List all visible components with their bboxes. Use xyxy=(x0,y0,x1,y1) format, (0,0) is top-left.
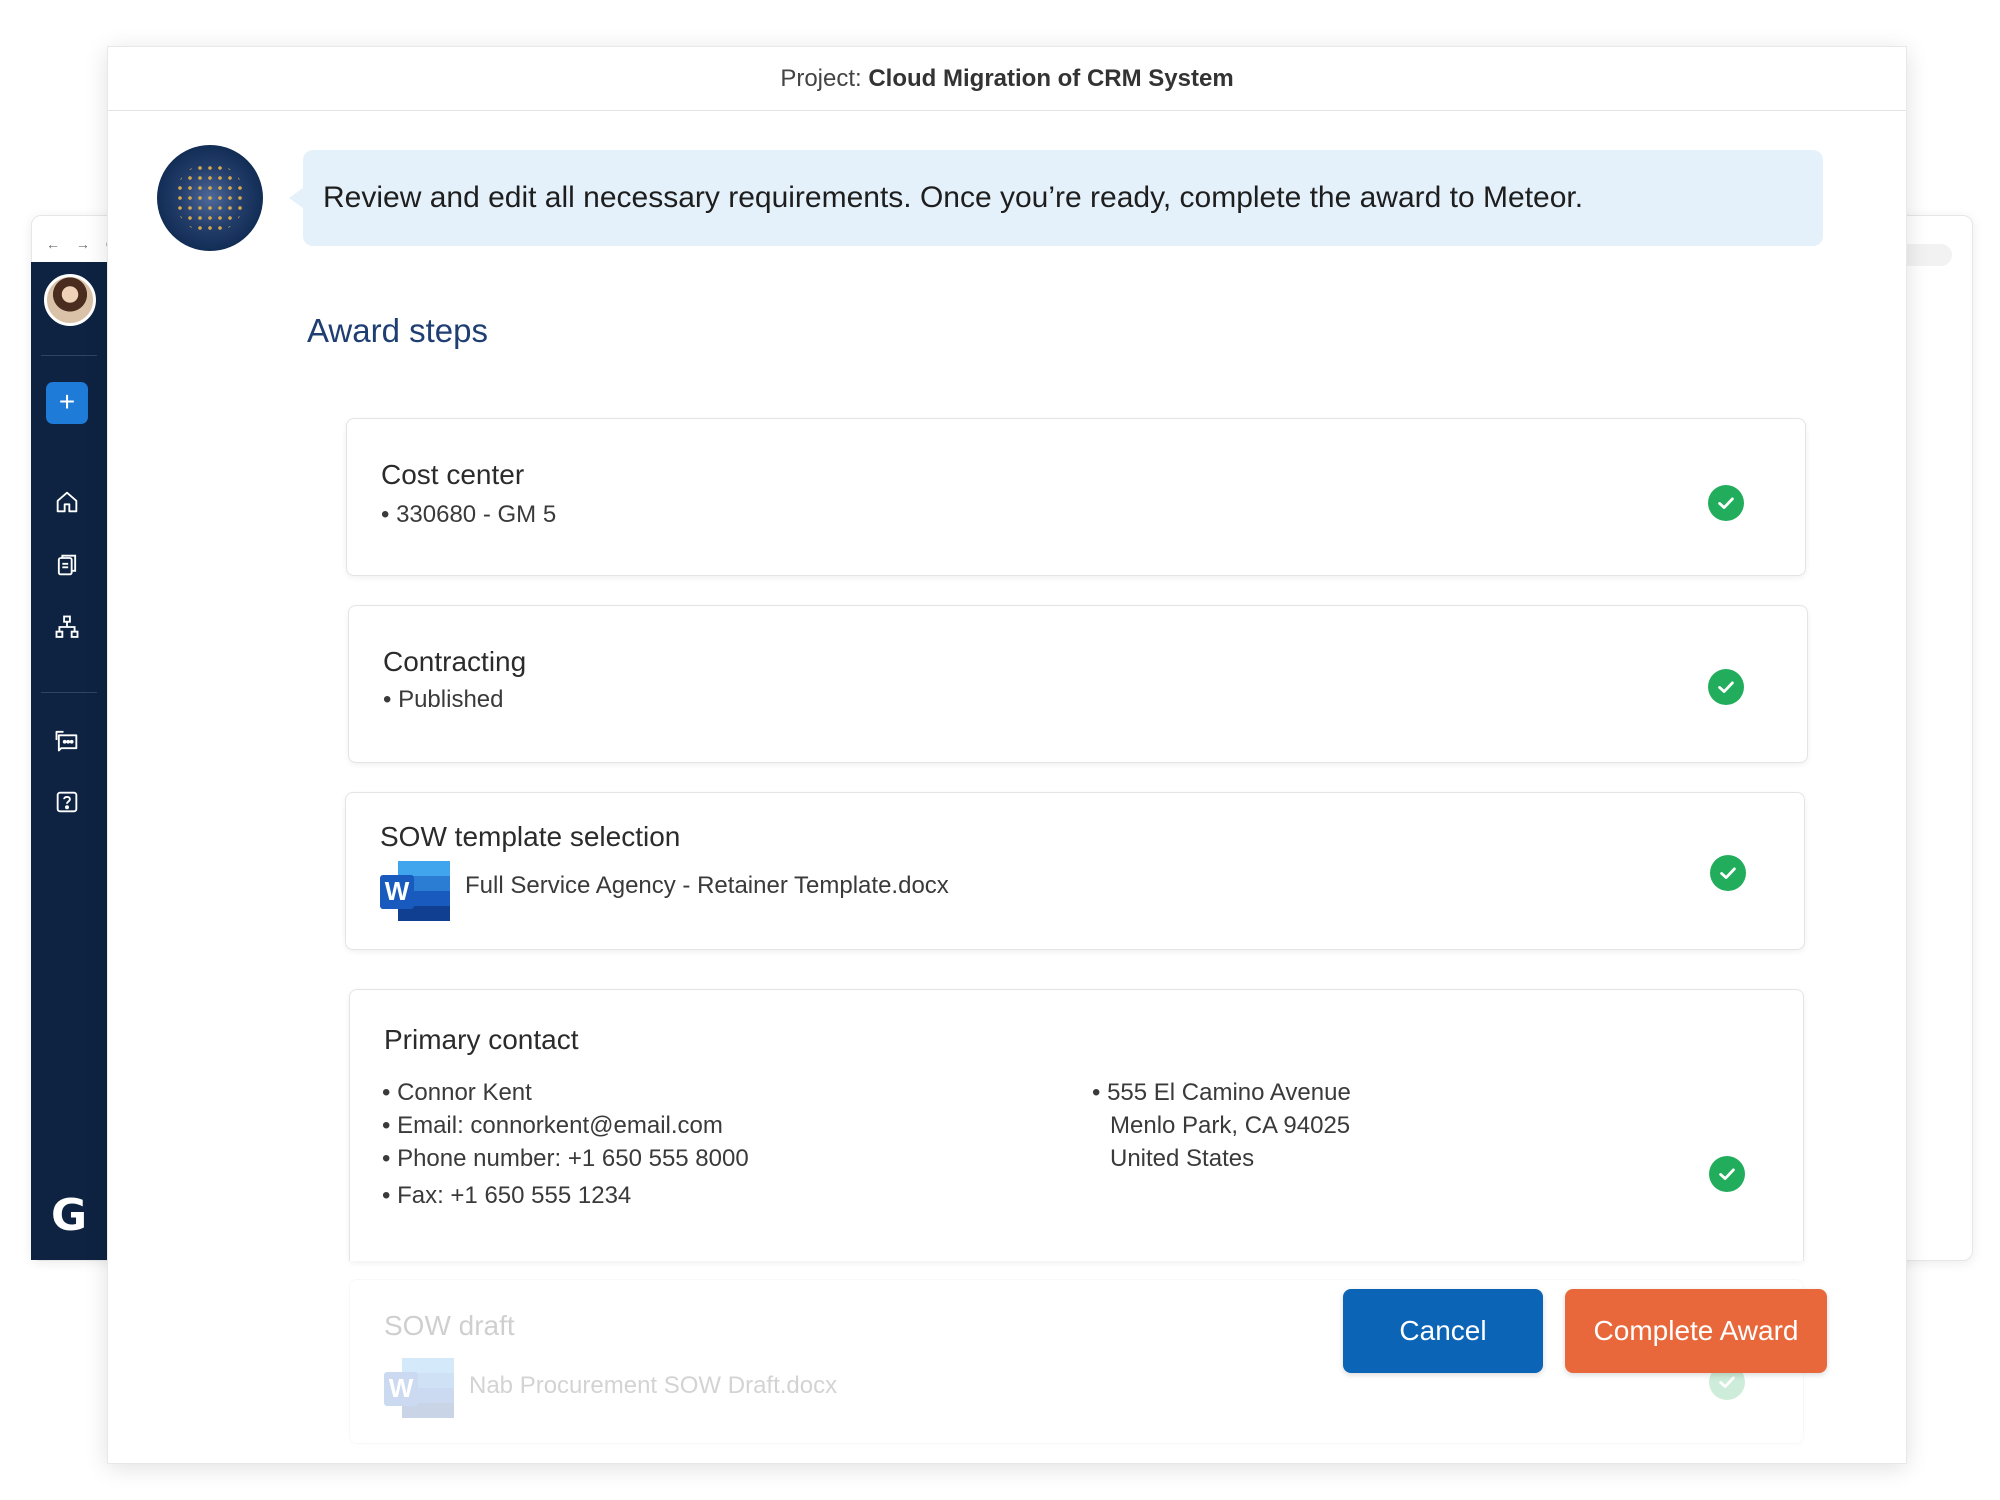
card-title: Cost center xyxy=(381,459,525,490)
contact-fax: • Fax: +1 650 555 1234 xyxy=(382,1182,632,1209)
documents-icon[interactable] xyxy=(49,547,85,583)
check-circle-icon xyxy=(1709,1156,1745,1192)
contracting-status: • Published xyxy=(383,686,504,713)
modal-header: Project: Cloud Migration of CRM System xyxy=(108,47,1906,111)
primary-contact-card[interactable]: Primary contact • Connor Kent • Email: c… xyxy=(349,989,1804,1261)
address-line-1: • 555 El Camino Avenue xyxy=(1092,1079,1351,1106)
assistant-avatar xyxy=(157,145,263,251)
contact-address: • 555 El Camino Avenue Menlo Park, CA 94… xyxy=(1092,1076,1351,1175)
help-icon[interactable] xyxy=(49,784,85,820)
home-icon[interactable] xyxy=(49,484,85,520)
address-line-2: Menlo Park, CA 94025 xyxy=(1110,1112,1351,1139)
card-title: SOW draft xyxy=(384,1310,515,1341)
address-line-3: United States xyxy=(1110,1145,1255,1172)
award-modal: Project: Cloud Migration of CRM System R… xyxy=(107,46,1907,1464)
sow-template-file[interactable]: Full Service Agency - Retainer Template.… xyxy=(465,872,949,900)
sidebar-divider xyxy=(41,692,97,693)
sow-draft-file[interactable]: Nab Procurement SOW Draft.docx xyxy=(469,1372,837,1400)
org-chart-icon[interactable] xyxy=(49,609,85,645)
cancel-button[interactable]: Cancel xyxy=(1343,1289,1543,1373)
svg-text:W: W xyxy=(389,1373,414,1403)
card-title: Contracting xyxy=(383,646,527,677)
contact-email: • Email: connorkent@email.com xyxy=(382,1112,723,1139)
word-file-icon: W xyxy=(384,1358,454,1418)
assistant-message: Review and edit all necessary requiremen… xyxy=(289,150,1823,246)
sidebar-divider xyxy=(41,355,97,356)
card-title: Primary contact xyxy=(384,1024,579,1055)
award-steps-title: Award steps xyxy=(307,312,488,349)
project-name: Cloud Migration of CRM System xyxy=(868,65,1234,92)
user-avatar[interactable] xyxy=(44,274,96,326)
add-button[interactable]: + xyxy=(46,382,88,424)
check-circle-icon xyxy=(1710,855,1746,891)
project-label: Project: xyxy=(780,65,869,92)
cost-center-value: • 330680 - GM 5 xyxy=(381,501,557,528)
contact-phone: • Phone number: +1 650 555 8000 xyxy=(382,1145,749,1172)
check-circle-icon xyxy=(1708,485,1744,521)
complete-award-button[interactable]: Complete Award xyxy=(1565,1289,1827,1373)
word-file-icon: W xyxy=(380,861,450,921)
chat-icon[interactable] xyxy=(49,722,85,758)
svg-text:W: W xyxy=(385,876,410,906)
cost-center-card[interactable]: Cost center • 330680 - GM 5 xyxy=(346,418,1806,576)
sow-template-card[interactable]: SOW template selection W Full Service Ag… xyxy=(345,792,1805,950)
sidebar: + G xyxy=(31,262,107,1260)
contact-details: • Connor Kent • Email: connorkent@email.… xyxy=(382,1076,749,1212)
card-title: SOW template selection xyxy=(380,821,681,852)
contracting-card[interactable]: Contracting • Published xyxy=(348,605,1808,763)
check-circle-icon xyxy=(1708,669,1744,705)
brand-logo[interactable]: G xyxy=(45,1192,93,1240)
contact-name: • Connor Kent xyxy=(382,1079,532,1106)
